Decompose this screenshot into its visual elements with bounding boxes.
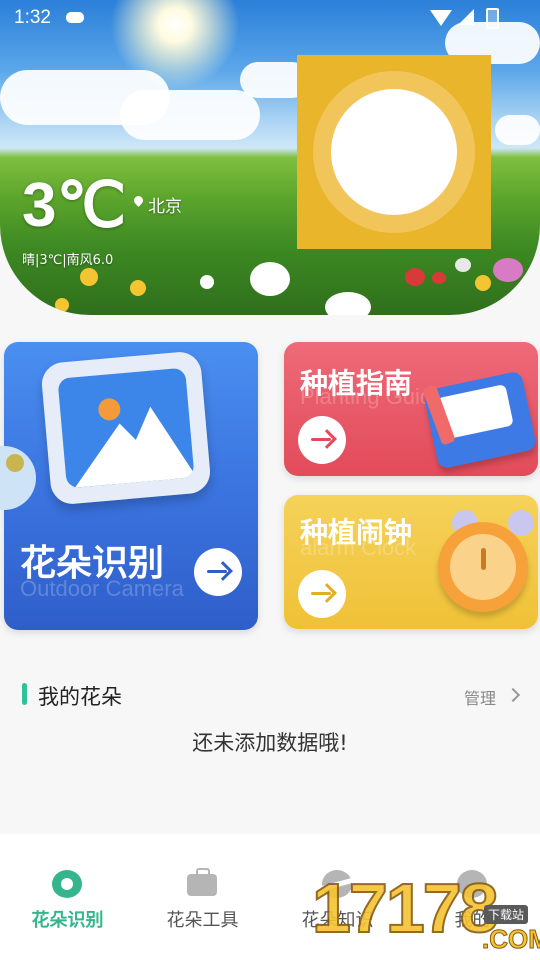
yellow-flower-decoration — [80, 268, 98, 286]
daisy-decoration — [325, 292, 371, 315]
nav-tab-flower-identify[interactable]: 花朵识别 — [0, 834, 135, 960]
identify-go-button[interactable] — [194, 548, 242, 596]
yellow-flower-decoration — [475, 275, 491, 291]
clock-face — [450, 534, 516, 600]
yellow-flower-decoration — [130, 280, 146, 296]
cloud-decoration — [120, 90, 260, 140]
wifi-icon — [430, 10, 452, 26]
chevron-right-icon[interactable] — [505, 687, 521, 703]
status-time: 1:32 — [14, 7, 51, 28]
yellow-flower-decoration — [55, 298, 69, 312]
empty-state-text: 还未添加数据哦! — [192, 731, 348, 755]
section-accent-bar — [22, 683, 27, 705]
daisy-decoration — [250, 262, 290, 296]
red-flower-decoration — [432, 272, 446, 284]
weather-description: 晴|3℃|南风6.0 — [22, 253, 114, 268]
watermark-suffix: .COM — [482, 924, 540, 955]
current-temperature: 3℃ — [22, 171, 127, 240]
gamepad-icon — [66, 12, 84, 23]
daisy-decoration — [200, 275, 214, 289]
arrow-head-icon — [317, 583, 337, 603]
nav-label: 花朵识别 — [31, 910, 104, 931]
photo-image — [57, 367, 195, 489]
battery-icon — [486, 8, 499, 29]
weather-banner: 1:32 3℃ 北京 晴|3℃|南风6.0 — [0, 0, 540, 315]
alarm-clock-icon — [438, 522, 528, 612]
sunny-weather-icon — [297, 55, 491, 249]
clock-hand — [481, 548, 486, 570]
status-bar: 1:32 — [0, 0, 540, 36]
nav-tab-flower-tools[interactable]: 花朵工具 — [135, 834, 270, 960]
side-tab-icon — [6, 454, 24, 472]
daisy-decoration — [455, 258, 471, 272]
cloud-decoration — [495, 115, 540, 145]
guide-go-button[interactable] — [298, 416, 346, 464]
location-pin-icon — [132, 194, 145, 207]
sun-ring — [313, 71, 475, 233]
pink-flower-decoration — [493, 258, 523, 282]
alarm-go-button[interactable] — [298, 570, 346, 618]
card-subtitle: alarm Clock — [300, 535, 417, 560]
flower-icon — [52, 870, 82, 898]
watermark-tag: 下载站 — [484, 905, 529, 924]
card-subtitle: Planting Guide — [300, 384, 445, 409]
toolbox-icon — [187, 868, 217, 896]
arrow-head-icon — [213, 561, 233, 581]
red-flower-decoration — [405, 268, 425, 286]
sun-core — [331, 89, 457, 215]
photo-gallery-icon — [40, 350, 212, 506]
city-name[interactable]: 北京 — [148, 192, 182, 217]
arrow-head-icon — [317, 429, 337, 449]
section-title: 我的花朵 — [38, 685, 122, 709]
card-subtitle: Outdoor Camera — [20, 576, 184, 601]
signal-icon — [458, 9, 474, 25]
watermark-logo: 17178 — [311, 868, 500, 948]
manage-link[interactable]: 管理 — [464, 685, 496, 709]
nav-label: 花朵工具 — [166, 910, 239, 931]
mountain-shape — [110, 403, 195, 485]
